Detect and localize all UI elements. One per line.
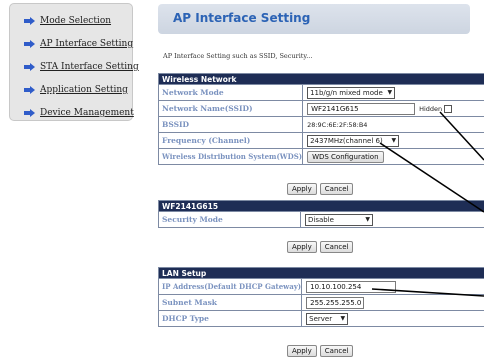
bssid-value: 28:9C:6E:2F:58:B4 [303, 117, 484, 133]
chevron-down-icon: ▼ [365, 216, 370, 223]
bssid-label: BSSID [159, 117, 303, 133]
sidebar-item-label: STA Interface Setting [40, 62, 139, 72]
sidebar: Mode Selection AP Interface Setting STA … [9, 3, 133, 121]
sidebar-item-mode-selection[interactable]: Mode Selection [24, 16, 111, 26]
subnet-mask-label: Subnet Mask [159, 295, 302, 311]
security-mode-select[interactable]: Disable ▼ [305, 214, 373, 226]
sidebar-item-sta-interface[interactable]: STA Interface Setting [24, 62, 139, 72]
sidebar-item-label: AP Interface Setting [40, 39, 133, 49]
network-mode-select[interactable]: 11b/g/n mixed mode ▼ [307, 87, 395, 99]
chevron-down-icon: ▼ [341, 315, 346, 322]
subnet-mask-input[interactable]: 255.255.255.0 [306, 297, 364, 309]
ssid-input[interactable]: WF2141G615 [307, 103, 415, 115]
arrow-icon [24, 63, 35, 71]
sidebar-item-label: Application Setting [40, 85, 128, 95]
cancel-button[interactable]: Cancel [320, 183, 354, 195]
dhcp-type-value: Server [309, 315, 332, 323]
chevron-down-icon: ▼ [391, 137, 396, 144]
security-table: WF2141G615 Security Mode Disable ▼ [158, 200, 484, 228]
network-mode-value: 11b/g/n mixed mode [310, 89, 383, 97]
wireless-actions: ApplyCancel [287, 178, 356, 197]
sidebar-item-application[interactable]: Application Setting [24, 85, 128, 95]
wireless-network-table: Wireless Network Network Mode 11b/g/n mi… [158, 73, 484, 165]
arrow-icon [24, 109, 35, 117]
lan-actions: ApplyCancel [287, 340, 356, 359]
page-title: AP Interface Setting [173, 11, 310, 25]
apply-button[interactable]: Apply [287, 241, 317, 253]
arrow-icon [24, 86, 35, 94]
apply-button[interactable]: Apply [287, 345, 317, 357]
network-mode-label: Network Mode [159, 85, 303, 101]
arrow-icon [24, 17, 35, 25]
hidden-checkbox[interactable] [444, 105, 452, 113]
cancel-button[interactable]: Cancel [320, 345, 354, 357]
section-title: Wireless Network [159, 74, 484, 85]
security-mode-label: Security Mode [159, 212, 301, 228]
sidebar-item-device-management[interactable]: Device Management [24, 108, 134, 118]
hidden-label: Hidden [419, 105, 442, 113]
section-title: LAN Setup [159, 268, 484, 279]
frequency-value: 2437MHz(channel 6) [310, 137, 383, 145]
wds-configuration-button[interactable]: WDS Configuration [307, 151, 383, 163]
frequency-label: Frequency (Channel) [159, 133, 303, 149]
security-mode-value: Disable [308, 216, 334, 224]
chevron-down-icon: ▼ [387, 89, 392, 96]
arrow-icon [24, 40, 35, 48]
ip-address-input[interactable]: 10.10.100.254 [306, 281, 396, 293]
wds-label: Wireless Distribution System(WDS) [159, 149, 303, 165]
sidebar-item-label: Device Management [40, 108, 134, 118]
page-header: AP Interface Setting [158, 4, 470, 34]
apply-button[interactable]: Apply [287, 183, 317, 195]
ssid-label: Network Name(SSID) [159, 101, 303, 117]
dhcp-type-label: DHCP Type [159, 311, 302, 327]
sidebar-item-label: Mode Selection [40, 16, 111, 26]
sidebar-item-ap-interface[interactable]: AP Interface Setting [24, 39, 133, 49]
cancel-button[interactable]: Cancel [320, 241, 354, 253]
dhcp-type-select[interactable]: Server ▼ [306, 313, 348, 325]
page-description: AP Interface Setting such as SSID, Secur… [163, 52, 312, 60]
ip-address-label: IP Address(Default DHCP Gateway) [159, 279, 302, 295]
lan-setup-table: LAN Setup IP Address(Default DHCP Gatewa… [158, 267, 484, 327]
frequency-select[interactable]: 2437MHz(channel 6) ▼ [307, 135, 399, 147]
security-actions: ApplyCancel [287, 236, 356, 255]
section-title: WF2141G615 [159, 201, 484, 212]
